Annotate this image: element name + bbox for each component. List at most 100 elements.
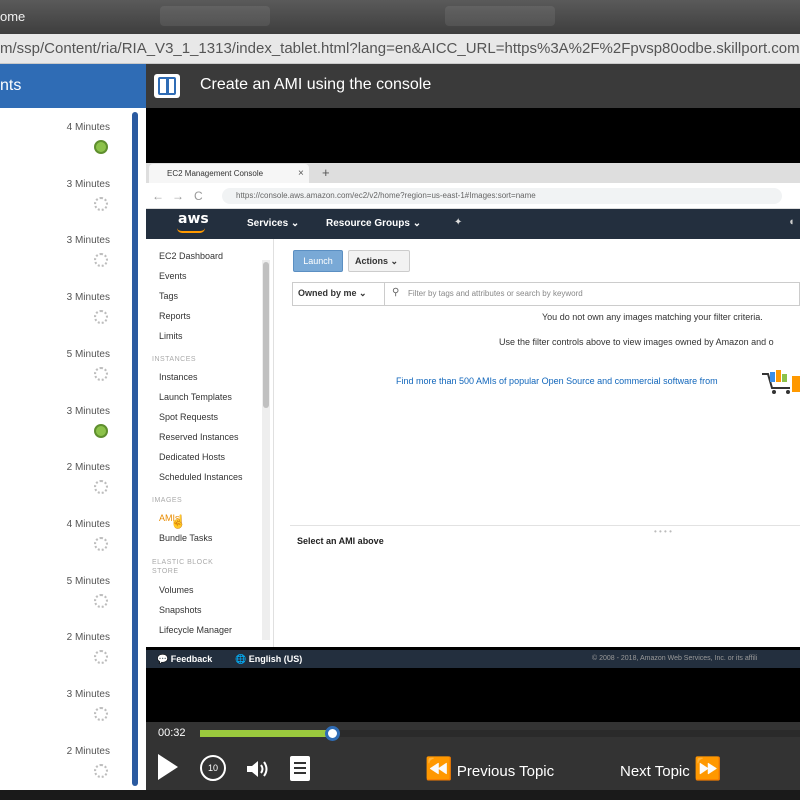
marketplace-cart-icon — [762, 370, 800, 394]
filter-divider — [384, 283, 385, 305]
aws-header — [146, 209, 800, 239]
ec2-nav-section: IMAGES — [152, 497, 183, 504]
next-topic-label: Next Topic — [620, 763, 690, 780]
aws-resource-groups-menu: Resource Groups ⌄ — [326, 218, 422, 229]
complete-status-icon — [94, 423, 108, 438]
previous-topic-label: Previous Topic — [456, 763, 555, 780]
toc-item[interactable]: 3 Minutes — [0, 233, 128, 289]
feedback-label: Feedback — [170, 654, 213, 664]
ec2-nav-section: INSTANCES — [152, 356, 197, 363]
toc-item-duration: 3 Minutes — [66, 178, 110, 190]
previous-topic-button[interactable]: ⏪ Previous Topic — [425, 757, 554, 781]
ec2-nav-link: Volumes — [159, 585, 194, 595]
toc-item-duration: 4 Minutes — [66, 122, 110, 133]
toc-item[interactable]: 4 Minutes — [0, 517, 128, 573]
replay-10-icon[interactable]: 10 — [200, 755, 226, 781]
ec2-nav-link: Dedicated Hosts — [159, 452, 226, 462]
incomplete-status-icon — [94, 593, 108, 608]
toc-item-duration: 2 Minutes — [66, 745, 110, 757]
ec2-nav-link: Reports — [159, 311, 191, 321]
select-ami-prompt: Select an AMI above — [297, 536, 384, 546]
incomplete-status-icon — [94, 707, 108, 721]
splitter-handle: • • • • — [654, 527, 672, 536]
incomplete-status-icon — [94, 253, 108, 268]
toc-item[interactable]: 2 Minutes — [0, 630, 128, 686]
ec2-nav-link: Scheduled Instances — [159, 472, 243, 482]
address-bar[interactable]: m/ssp/Content/ria/RIA_V3_1_1313/index_ta… — [0, 34, 800, 64]
language-label: English (US) — [248, 654, 303, 664]
window-tab[interactable] — [445, 6, 555, 26]
search-icon: ⚲ — [392, 287, 400, 298]
toc-item[interactable]: 3 Minutes — [0, 404, 128, 460]
toc-item-duration: 3 Minutes — [66, 405, 110, 417]
toc-item-duration: 5 Minutes — [66, 575, 110, 587]
inner-reload-icon: C — [194, 189, 203, 203]
window-bottom-border — [0, 790, 800, 800]
toc-title: nts — [0, 64, 146, 108]
inner-browser-tab: EC2 Management Console — [149, 164, 309, 183]
no-images-message: You do not own any images matching your … — [542, 312, 763, 322]
ec2-nav-scroll-thumb — [263, 262, 269, 408]
ec2-nav-link: Launch Templates — [159, 392, 232, 402]
toc-item-duration: 3 Minutes — [66, 292, 110, 304]
toc-sidebar[interactable]: 4 Minutes 3 Minutes 3 Minutes 3 Minutes 5 Mi… — [0, 108, 146, 790]
aws-services-menu: Services ⌄ — [247, 218, 300, 229]
complete-status-icon — [94, 140, 108, 154]
toc-item[interactable]: 3 Minutes — [0, 177, 128, 233]
inner-forward-icon: → — [172, 189, 184, 203]
ec2-nav-link: Bundle Tasks — [159, 533, 213, 543]
progress-fill — [200, 730, 332, 737]
ec2-nav-link: EC2 Dashboard — [159, 251, 224, 261]
ec2-nav-link: Lifecycle Manager — [159, 625, 233, 635]
toc-item[interactable]: 2 Minutes — [0, 460, 128, 516]
language-selector: 🌐 English (US) — [235, 654, 303, 664]
inner-tab-close-icon: × — [298, 168, 304, 179]
topic-title: Create an AMI using the console — [200, 76, 432, 93]
toc-item[interactable]: 4 Minutes — [0, 120, 128, 176]
toc-item[interactable]: 5 Minutes — [0, 347, 128, 403]
toc-item-duration: 3 Minutes — [66, 689, 110, 700]
incomplete-status-icon — [94, 196, 108, 211]
next-topic-button[interactable]: Next Topic ⏩ — [620, 757, 722, 781]
filter-hint-message: Use the filter controls above to view im… — [499, 337, 774, 347]
toc-scrollbar[interactable] — [132, 112, 138, 786]
double-chevron-right-icon: ⏩ — [694, 756, 722, 781]
toc-item-duration: 5 Minutes — [66, 348, 110, 360]
ec2-nav-link: Spot Requests — [159, 412, 219, 422]
launch-button: Launch — [293, 250, 343, 272]
ec2-nav-link: Instances — [159, 372, 198, 382]
inner-new-tab-icon: + — [322, 165, 330, 180]
toc-item-duration: 2 Minutes — [66, 462, 110, 474]
feedback-link: 💬 Feedback — [157, 654, 213, 664]
hand-cursor-icon: ☝ — [170, 514, 187, 529]
ec2-nav-section: ELASTIC BLOCK — [152, 559, 214, 566]
toc-item[interactable]: 3 Minutes — [0, 290, 128, 346]
ec2-nav-link: Snapshots — [159, 605, 202, 615]
filter-search-input: Filter by tags and attributes or search … — [408, 289, 583, 298]
actions-button: Actions ⌄ — [348, 250, 410, 272]
copyright-text: © 2008 - 2018, Amazon Web Services, Inc.… — [592, 655, 758, 662]
ec2-nav-link: Limits — [159, 331, 183, 341]
ec2-nav-link: Tags — [159, 291, 179, 301]
incomplete-status-icon — [94, 480, 108, 495]
transcript-icon[interactable] — [290, 756, 310, 781]
toc-item[interactable]: 3 Minutes — [0, 687, 128, 743]
aws-logo-smile — [177, 228, 205, 233]
window-title: ome — [0, 9, 26, 24]
volume-icon[interactable] — [245, 758, 271, 780]
double-chevron-left-icon: ⏪ — [425, 756, 453, 781]
progress-scrubber[interactable] — [325, 726, 340, 741]
window-titlebar: ome — [0, 0, 800, 34]
inner-back-icon: ← — [152, 189, 164, 203]
ec2-nav-link: Reserved Instances — [159, 432, 239, 442]
aws-logo: aws — [178, 211, 209, 227]
panel-splitter — [290, 525, 800, 526]
play-icon[interactable] — [158, 754, 178, 780]
toc-toggle-button[interactable] — [154, 74, 180, 98]
toc-item-duration: 4 Minutes — [66, 518, 110, 530]
pin-icon: ✦ — [454, 217, 463, 228]
incomplete-status-icon — [94, 763, 108, 778]
window-tab[interactable] — [160, 6, 270, 26]
incomplete-status-icon — [94, 310, 108, 325]
toc-item[interactable]: 5 Minutes — [0, 574, 128, 630]
